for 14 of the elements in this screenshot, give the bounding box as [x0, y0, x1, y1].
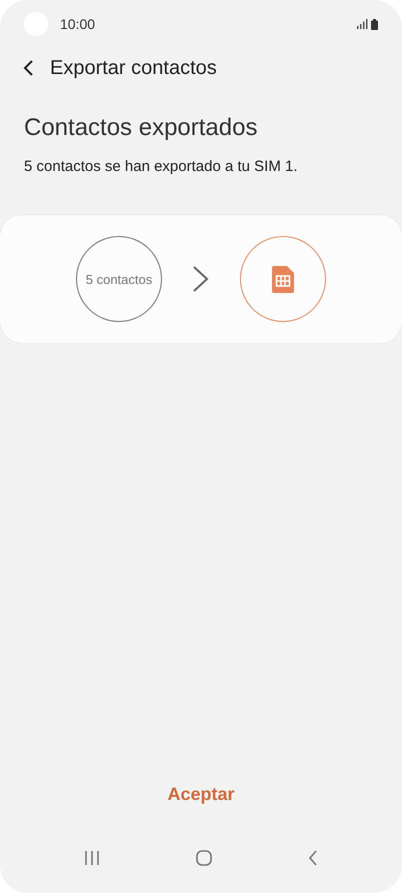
message: 5 contactos se han exportado a tu SIM 1.	[24, 158, 299, 175]
signal-icon	[357, 19, 368, 29]
screen-title: Exportar contactos	[50, 56, 217, 80]
clock: 10:00	[60, 16, 96, 32]
sim-card-icon	[272, 266, 294, 292]
back-icon[interactable]	[308, 850, 318, 866]
source-label: 5 contactos	[86, 272, 152, 286]
chevron-left-icon	[22, 59, 34, 77]
battery-icon	[371, 18, 378, 30]
chevron-right-icon	[192, 265, 210, 293]
accept-button[interactable]: Aceptar	[155, 778, 247, 811]
heading: Contactos exportados	[24, 114, 258, 142]
recent-apps-icon[interactable]	[84, 851, 100, 865]
home-icon[interactable]	[196, 850, 212, 866]
